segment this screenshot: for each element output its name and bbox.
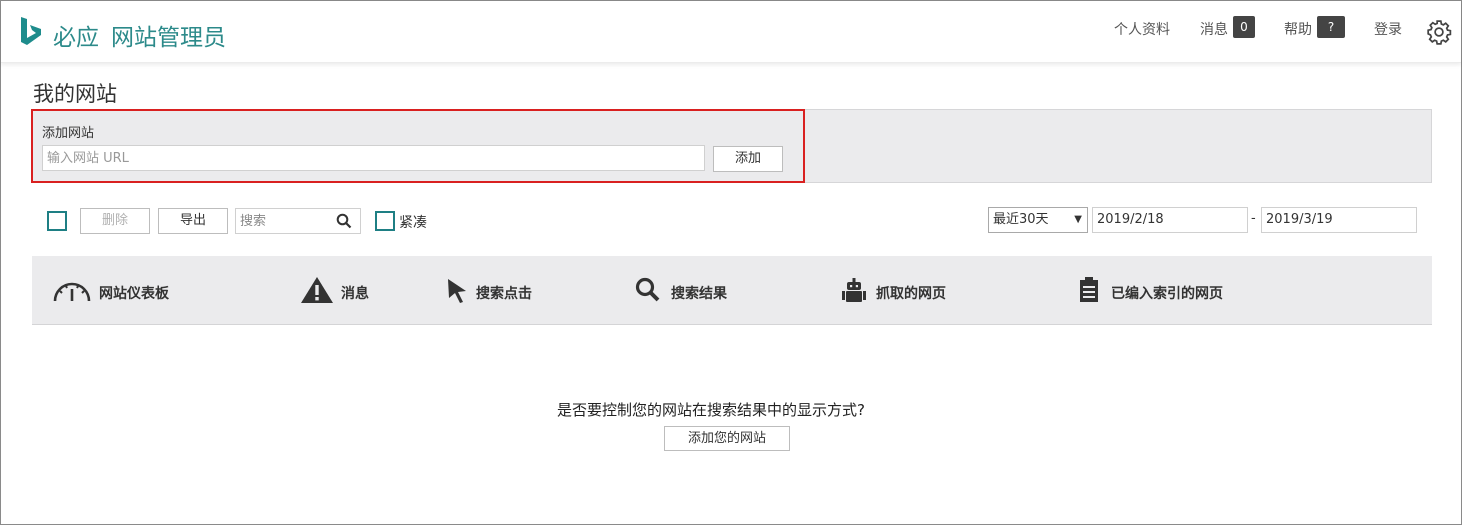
tab-label: 抓取的网页 <box>876 286 946 302</box>
page-title: 我的网站 <box>33 82 117 106</box>
add-button[interactable]: 添加 <box>713 146 783 172</box>
messages-count-badge[interactable]: 0 <box>1233 16 1255 38</box>
tab-indexed-pages[interactable]: 已编入索引的网页 <box>1079 256 1279 325</box>
search-icon[interactable] <box>336 213 352 229</box>
nav-login[interactable]: 登录 <box>1374 19 1402 39</box>
nav-help[interactable]: 帮助 <box>1284 19 1312 39</box>
dropdown-arrow-icon: ▼ <box>1074 214 1082 225</box>
tab-messages[interactable]: 消息 <box>300 256 400 325</box>
tab-label: 搜索点击 <box>476 286 532 302</box>
nav-messages[interactable]: 消息 <box>1200 19 1228 39</box>
select-all-checkbox[interactable] <box>47 211 67 231</box>
date-separator: - <box>1251 211 1256 226</box>
tab-label: 搜索结果 <box>671 286 727 302</box>
site-url-input[interactable] <box>42 145 705 171</box>
brand-product: 网站管理员 <box>111 25 226 51</box>
add-your-site-button[interactable]: 添加您的网站 <box>664 426 790 451</box>
bing-logo-icon[interactable] <box>19 16 43 48</box>
date-to-input[interactable]: 2019/3/19 <box>1261 207 1417 233</box>
gear-icon[interactable] <box>1426 19 1452 45</box>
tab-search-clicks[interactable]: 搜索点击 <box>446 256 566 325</box>
date-range-value: 最近30天 <box>993 212 1049 227</box>
tab-label: 已编入索引的网页 <box>1111 286 1223 302</box>
magnifier-icon <box>635 277 660 302</box>
help-badge[interactable]: ? <box>1317 16 1345 38</box>
tab-crawled-pages[interactable]: 抓取的网页 <box>841 256 981 325</box>
add-site-label: 添加网站 <box>42 126 95 141</box>
clipboard-icon <box>1080 277 1098 302</box>
brand-title[interactable]: 必应 网站管理员 <box>53 18 226 52</box>
search-input[interactable] <box>236 209 332 233</box>
tab-label: 网站仪表板 <box>99 286 169 302</box>
compact-checkbox[interactable] <box>375 211 395 231</box>
date-range-select[interactable]: 最近30天 ▼ <box>988 207 1088 233</box>
top-header: 必应 网站管理员 个人资料 消息 0 帮助 ? 登录 <box>1 1 1461 63</box>
search-box <box>235 208 361 234</box>
brand-bing: 必应 <box>53 25 99 51</box>
gauge-icon <box>53 282 91 302</box>
compact-label: 紧凑 <box>399 215 427 231</box>
date-from-input[interactable]: 2019/2/18 <box>1092 207 1248 233</box>
delete-button[interactable]: 删除 <box>80 208 150 234</box>
tab-dashboard[interactable]: 网站仪表板 <box>52 256 212 325</box>
export-button[interactable]: 导出 <box>158 208 228 234</box>
robot-icon <box>842 278 866 302</box>
empty-state-prompt: 是否要控制您的网站在搜索结果中的显示方式? <box>557 401 865 419</box>
metrics-tabs: 网站仪表板 消息 搜索点击 搜索结果 抓取的网页 已编入索引的网页 <box>32 256 1432 325</box>
tab-search-results[interactable]: 搜索结果 <box>635 256 755 325</box>
warning-icon <box>301 277 333 303</box>
cursor-icon <box>448 279 466 303</box>
nav-profile[interactable]: 个人资料 <box>1114 19 1170 39</box>
tab-label: 消息 <box>341 286 369 302</box>
